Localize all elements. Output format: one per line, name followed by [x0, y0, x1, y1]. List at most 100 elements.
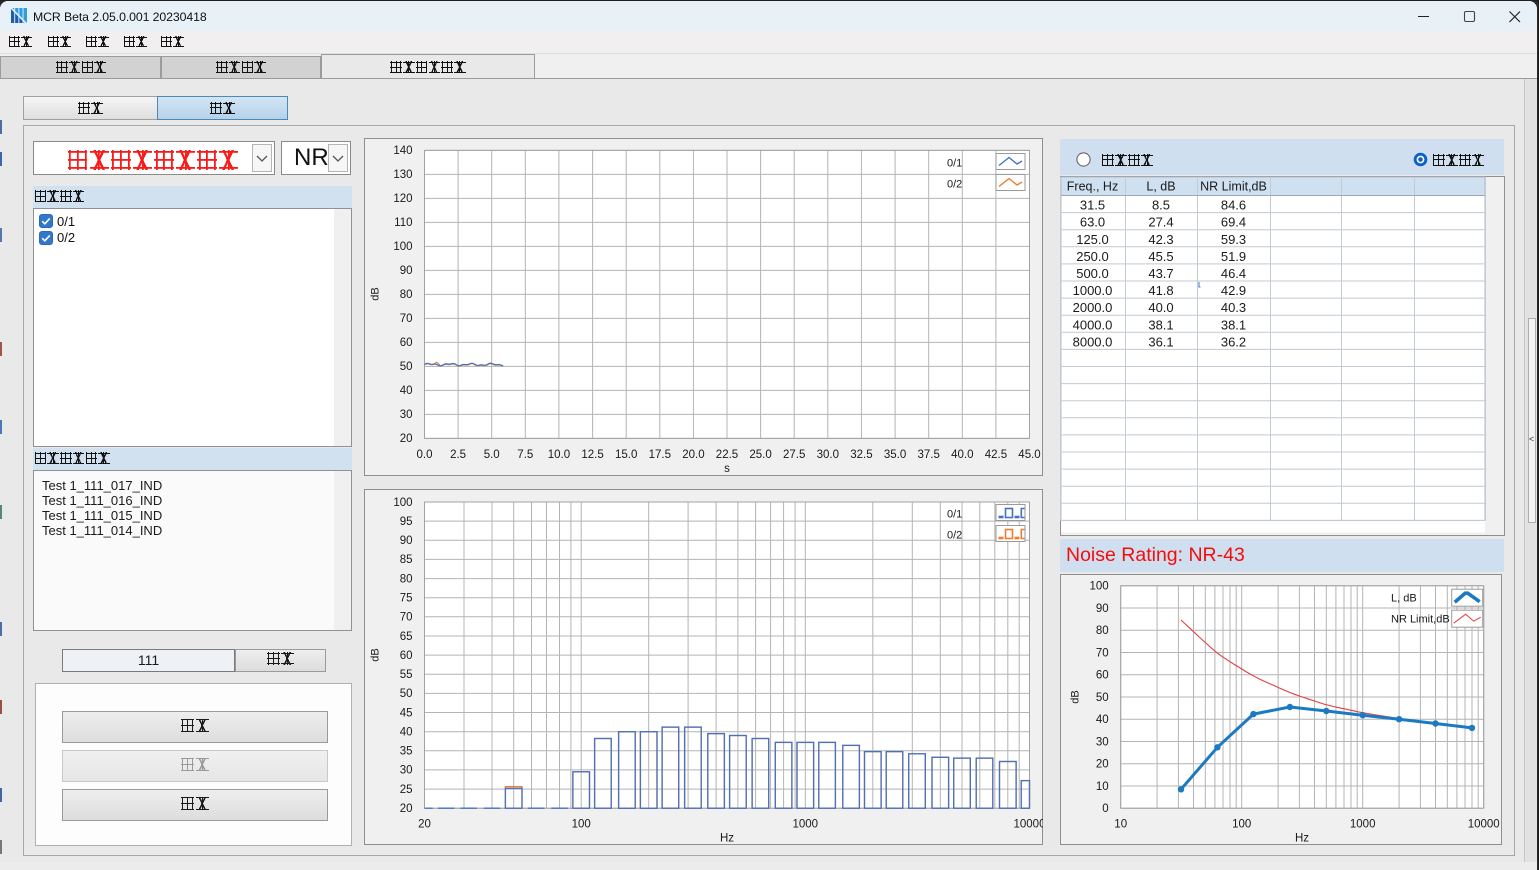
svg-text:100: 100: [1090, 581, 1109, 593]
svg-text:100: 100: [393, 497, 412, 509]
svg-text:50: 50: [400, 688, 413, 700]
svg-text:22.5: 22.5: [716, 449, 738, 461]
svg-text:65: 65: [400, 631, 413, 643]
svg-text:36.2: 36.2: [1221, 334, 1246, 349]
svg-text:Freq., Hz: Freq., Hz: [1067, 180, 1118, 194]
svg-text:50: 50: [400, 361, 413, 373]
svg-text:70: 70: [400, 313, 413, 325]
svg-text:51.9: 51.9: [1221, 249, 1246, 264]
svg-text:80: 80: [400, 289, 413, 301]
svg-text:17.5: 17.5: [649, 449, 671, 461]
svg-text:40: 40: [400, 727, 413, 739]
svg-text:4000.0: 4000.0: [1073, 317, 1113, 332]
svg-text:20.0: 20.0: [682, 449, 704, 461]
svg-text:2.5: 2.5: [450, 449, 466, 461]
svg-text:60: 60: [400, 337, 413, 349]
svg-text:20: 20: [400, 803, 413, 815]
svg-text:250.0: 250.0: [1076, 249, 1109, 264]
svg-text:s: s: [724, 463, 730, 475]
svg-text:0.0: 0.0: [417, 449, 433, 461]
svg-text:40.3: 40.3: [1221, 300, 1246, 315]
svg-text:dB: dB: [370, 287, 382, 300]
svg-text:85: 85: [400, 554, 413, 566]
svg-text:NR Limit,dB: NR Limit,dB: [1200, 180, 1267, 194]
svg-text:84.6: 84.6: [1221, 198, 1246, 213]
svg-text:dB: dB: [370, 648, 382, 661]
svg-text:40.0: 40.0: [1148, 300, 1173, 315]
svg-text:2000.0: 2000.0: [1073, 300, 1113, 315]
svg-text:60: 60: [1096, 670, 1109, 682]
svg-text:110: 110: [394, 217, 412, 229]
svg-text:42.3: 42.3: [1148, 232, 1173, 247]
svg-text:1000: 1000: [793, 819, 819, 831]
svg-text:0/1: 0/1: [947, 158, 962, 170]
svg-text:130: 130: [393, 169, 412, 181]
svg-text:63.0: 63.0: [1080, 215, 1105, 230]
svg-text:40: 40: [400, 385, 413, 397]
svg-text:10: 10: [1096, 781, 1109, 793]
svg-text:0/2: 0/2: [947, 179, 962, 191]
svg-text:38.1: 38.1: [1148, 317, 1173, 332]
svg-text:27.5: 27.5: [783, 449, 805, 461]
svg-text:20: 20: [418, 819, 431, 831]
svg-text:NR Limit,dB: NR Limit,dB: [1391, 614, 1450, 626]
svg-text:42.5: 42.5: [985, 449, 1007, 461]
svg-text:0: 0: [1102, 803, 1108, 815]
svg-text:31.5: 31.5: [1080, 198, 1105, 213]
svg-text:40.0: 40.0: [951, 449, 973, 461]
svg-text:36.1: 36.1: [1148, 334, 1173, 349]
svg-text:40: 40: [1096, 714, 1109, 726]
svg-text:15.0: 15.0: [615, 449, 637, 461]
svg-text:30: 30: [400, 765, 413, 777]
svg-text:25: 25: [400, 784, 413, 796]
svg-text:1000: 1000: [1350, 819, 1376, 831]
svg-text:12.5: 12.5: [581, 449, 603, 461]
svg-text:42.9: 42.9: [1221, 283, 1246, 298]
svg-text:100: 100: [393, 241, 412, 253]
svg-text:120: 120: [393, 193, 412, 205]
svg-text:10000: 10000: [1468, 819, 1500, 831]
svg-text:38.1: 38.1: [1221, 317, 1246, 332]
svg-text:32.5: 32.5: [850, 449, 872, 461]
svg-text:70: 70: [400, 612, 413, 624]
svg-text:1000.0: 1000.0: [1073, 283, 1113, 298]
svg-text:43.7: 43.7: [1148, 266, 1173, 281]
svg-text:L, dB: L, dB: [1146, 180, 1175, 194]
svg-text:45: 45: [400, 707, 413, 719]
svg-text:5.0: 5.0: [484, 449, 500, 461]
svg-text:95: 95: [400, 516, 413, 528]
svg-text:dB: dB: [1070, 690, 1082, 703]
svg-text:25.0: 25.0: [749, 449, 771, 461]
svg-text:500.0: 500.0: [1076, 266, 1109, 281]
svg-text:69.4: 69.4: [1221, 215, 1246, 230]
svg-text:90: 90: [400, 535, 413, 547]
svg-text:45.5: 45.5: [1148, 249, 1173, 264]
svg-text:30: 30: [400, 409, 413, 421]
svg-text:20: 20: [1096, 759, 1109, 771]
svg-text:30.0: 30.0: [817, 449, 839, 461]
svg-text:0/2: 0/2: [947, 530, 962, 542]
svg-text:41.8: 41.8: [1148, 283, 1173, 298]
svg-text:8000.0: 8000.0: [1073, 334, 1113, 349]
svg-text:46.4: 46.4: [1221, 266, 1246, 281]
svg-text:8.5: 8.5: [1152, 198, 1170, 213]
svg-text:37.5: 37.5: [918, 449, 940, 461]
svg-text:10.0: 10.0: [548, 449, 570, 461]
svg-text:90: 90: [400, 265, 413, 277]
svg-text:75: 75: [400, 593, 413, 605]
svg-text:35: 35: [400, 746, 413, 758]
svg-text:0/1: 0/1: [947, 509, 962, 521]
svg-text:55: 55: [400, 669, 413, 681]
svg-text:27.4: 27.4: [1148, 215, 1173, 230]
svg-text:Hz: Hz: [720, 833, 734, 845]
svg-text:80: 80: [400, 573, 413, 585]
svg-text:10000: 10000: [1014, 819, 1043, 831]
svg-text:59.3: 59.3: [1221, 232, 1246, 247]
svg-text:45.0: 45.0: [1018, 449, 1040, 461]
svg-text:100: 100: [1232, 819, 1251, 831]
svg-text:L, dB: L, dB: [1391, 593, 1417, 605]
svg-text:20: 20: [400, 433, 413, 445]
svg-text:60: 60: [400, 650, 413, 662]
svg-text:7.5: 7.5: [517, 449, 533, 461]
svg-text:140: 140: [393, 145, 412, 157]
